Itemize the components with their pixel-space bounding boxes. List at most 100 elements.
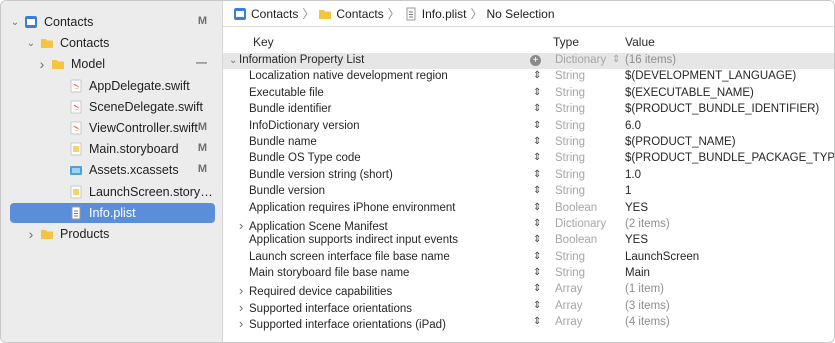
type-stepper-icon[interactable]: ⇕ — [533, 136, 541, 147]
navigator-item[interactable]: ViewController.swift M — [10, 118, 215, 138]
table-row[interactable]: Application requires iPhone environment ⇕… — [223, 201, 834, 217]
plist-type[interactable]: String — [555, 103, 585, 115]
plist-value[interactable]: $(EXECUTABLE_NAME) — [625, 87, 754, 99]
plist-key[interactable]: › Supported interface orientations — [239, 300, 412, 315]
table-row[interactable]: › Application Scene Manifest ⇕ Dictionary (2… — [223, 217, 834, 233]
plist-root-row[interactable]: ⌄ Information Property List + Dictionary ⇕ (1… — [223, 53, 834, 70]
chevron-down-icon[interactable]: ⌄ — [229, 55, 239, 66]
plist-key[interactable]: Bundle version string (short) — [239, 169, 393, 181]
table-row[interactable]: Main storyboard file base name ⇕ String Mai… — [223, 266, 834, 282]
navigator-item[interactable]: Assets.xcassets M — [10, 160, 215, 180]
plist-value[interactable]: $(PRODUCT_BUNDLE_PACKAGE_TYPE) — [625, 152, 834, 164]
navigator-item[interactable]: AppDelegate.swift — [10, 76, 215, 96]
table-row[interactable]: Bundle version string (short) ⇕ String 1.0 — [223, 168, 834, 184]
type-stepper-icon[interactable]: ⇕ — [533, 169, 541, 180]
chevron-right-icon[interactable]: › — [239, 316, 249, 331]
jump-bar-crumb-file[interactable]: Info.plist — [422, 7, 467, 21]
chevron-right-icon[interactable]: › — [26, 226, 36, 242]
type-stepper-icon[interactable]: ⇕ — [533, 70, 541, 81]
type-stepper-icon[interactable]: ⇕ — [533, 283, 541, 294]
table-row[interactable]: Executable file ⇕ String $(EXECUTABLE_NAME) — [223, 86, 834, 102]
value-column-header[interactable]: Value — [625, 35, 655, 49]
plist-key[interactable]: Launch screen interface file base name — [239, 251, 450, 263]
plist-key[interactable]: › Required device capabilities — [239, 283, 392, 298]
table-row[interactable]: Launch screen interface file base name ⇕ S… — [223, 250, 834, 266]
chevron-right-icon[interactable]: › — [239, 283, 249, 298]
type-stepper-icon[interactable]: ⇕ — [533, 120, 541, 131]
plist-type[interactable]: Boolean — [555, 202, 597, 214]
plist-type[interactable]: Dictionary — [555, 218, 606, 230]
plist-type[interactable]: String — [555, 185, 585, 197]
plist-value[interactable]: 1.0 — [625, 169, 641, 181]
plist-type[interactable]: Array — [555, 283, 582, 295]
plist-type[interactable]: String — [555, 120, 585, 132]
plist-type[interactable]: String — [555, 152, 585, 164]
table-row[interactable]: › Supported interface orientations ⇕ Array (… — [223, 299, 834, 315]
plist-key[interactable]: Executable file — [239, 87, 324, 99]
type-stepper-icon[interactable]: ⇕ — [533, 251, 541, 262]
table-row[interactable]: Bundle OS Type code ⇕ String $(PRODUCT_BUND… — [223, 151, 834, 167]
plist-key[interactable]: › Supported interface orientations (iPad) — [239, 316, 446, 331]
chevron-updown-icon[interactable]: ⇕ — [612, 54, 620, 65]
type-stepper-icon[interactable]: ⇕ — [533, 152, 541, 163]
plist-key[interactable]: Localization native development region — [239, 70, 448, 82]
plist-type[interactable]: String — [555, 70, 585, 82]
plist-type[interactable]: Boolean — [555, 234, 597, 246]
type-column-header[interactable]: Type — [553, 35, 579, 49]
type-stepper-icon[interactable]: ⇕ — [533, 185, 541, 196]
plist-type[interactable]: Dictionary — [555, 54, 606, 66]
type-stepper-icon[interactable]: ⇕ — [533, 300, 541, 311]
jump-bar-crumb-selection[interactable]: No Selection — [486, 7, 554, 21]
jump-bar-crumb-group[interactable]: Contacts — [336, 7, 383, 21]
table-row[interactable]: Bundle version ⇕ String 1 — [223, 184, 834, 200]
type-stepper-icon[interactable]: ⇕ — [533, 267, 541, 278]
plist-value[interactable]: LaunchScreen — [625, 251, 699, 263]
table-row[interactable]: Bundle name ⇕ String $(PRODUCT_NAME) — [223, 135, 834, 151]
table-row[interactable]: Localization native development region ⇕ S… — [223, 69, 834, 85]
plist-value[interactable]: $(PRODUCT_NAME) — [625, 136, 736, 148]
plist-value[interactable]: 1 — [625, 185, 631, 197]
plist-type[interactable]: String — [555, 169, 585, 181]
table-row[interactable]: InfoDictionary version ⇕ String 6.0 — [223, 119, 834, 135]
navigator-item[interactable]: › Products — [10, 224, 215, 244]
plist-type[interactable]: String — [555, 136, 585, 148]
add-row-icon[interactable]: + — [530, 55, 541, 66]
plist-key[interactable]: Bundle OS Type code — [239, 152, 361, 164]
plist-type[interactable]: Array — [555, 300, 582, 312]
plist-key[interactable]: › Application Scene Manifest — [239, 218, 388, 233]
type-stepper-icon[interactable]: ⇕ — [533, 202, 541, 213]
plist-type[interactable]: String — [555, 251, 585, 263]
table-row[interactable]: Application supports indirect input even… — [223, 233, 834, 249]
plist-value[interactable]: Main — [625, 267, 650, 279]
type-stepper-icon[interactable]: ⇕ — [533, 103, 541, 114]
plist-key[interactable]: Application supports indirect input even… — [239, 234, 458, 246]
navigator-item[interactable]: LaunchScreen.storybo... — [10, 182, 215, 202]
navigator-item[interactable]: Main.storyboard M — [10, 139, 215, 159]
navigator-item[interactable]: SceneDelegate.swift — [10, 97, 215, 117]
plist-value[interactable]: YES — [625, 202, 648, 214]
plist-key[interactable]: Main storyboard file base name — [239, 267, 409, 279]
plist-key[interactable]: Bundle version — [239, 185, 325, 197]
plist-type[interactable]: Array — [555, 316, 582, 328]
plist-key[interactable]: InfoDictionary version — [239, 120, 360, 132]
navigator-item[interactable]: Info.plist — [10, 202, 215, 223]
chevron-down-icon[interactable]: ⌄ — [10, 17, 20, 28]
table-row[interactable]: › Supported interface orientations (iPad)… — [223, 315, 834, 331]
plist-value[interactable]: $(PRODUCT_BUNDLE_IDENTIFIER) — [625, 103, 819, 115]
type-stepper-icon[interactable]: ⇕ — [533, 87, 541, 98]
jump-bar-crumb-project[interactable]: Contacts — [251, 7, 298, 21]
plist-type[interactable]: String — [555, 267, 585, 279]
navigator-item[interactable]: › Model — — [10, 54, 215, 74]
type-stepper-icon[interactable]: ⇕ — [533, 234, 541, 245]
project-icon[interactable] — [233, 7, 247, 21]
chevron-right-icon[interactable]: › — [37, 56, 47, 72]
navigator-item[interactable]: ⌄ Contacts M — [10, 12, 215, 32]
chevron-right-icon[interactable]: › — [239, 218, 249, 233]
table-row[interactable]: Bundle identifier ⇕ String $(PRODUCT_BUNDLE… — [223, 102, 834, 118]
plist-value[interactable]: $(DEVELOPMENT_LANGUAGE) — [625, 70, 796, 82]
plist-value[interactable]: 6.0 — [625, 120, 641, 132]
type-stepper-icon[interactable]: ⇕ — [533, 316, 541, 327]
plist-key[interactable]: Application requires iPhone environment — [239, 202, 455, 214]
type-stepper-icon[interactable]: ⇕ — [533, 218, 541, 229]
plist-key[interactable]: Bundle identifier — [239, 103, 331, 115]
